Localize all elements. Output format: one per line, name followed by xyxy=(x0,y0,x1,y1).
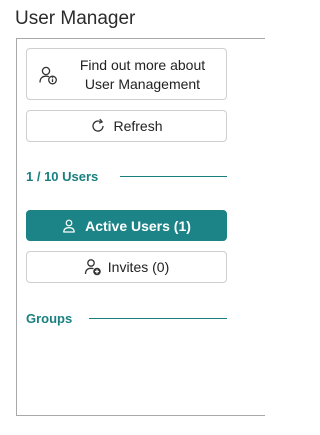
active-users-button[interactable]: Active Users (1) xyxy=(26,210,227,241)
user-count-label: 1 / 10 Users xyxy=(26,168,99,184)
user-manager-panel: Find out more about User Management Refr… xyxy=(16,38,265,416)
groups-label: Groups xyxy=(26,310,73,326)
learn-more-button[interactable]: Find out more about User Management xyxy=(26,48,227,100)
refresh-label: Refresh xyxy=(113,118,163,134)
active-users-label: Active Users (1) xyxy=(85,217,191,234)
user-info-icon xyxy=(38,65,58,85)
refresh-icon xyxy=(90,118,106,134)
person-add-icon xyxy=(84,258,102,276)
section-divider xyxy=(89,317,227,319)
groups-section-header: Groups xyxy=(26,310,227,326)
refresh-button[interactable]: Refresh xyxy=(26,110,227,142)
user-count-row: 1 / 10 Users xyxy=(26,168,227,184)
person-icon xyxy=(62,219,76,233)
section-divider xyxy=(120,175,227,177)
page-title: User Manager xyxy=(15,8,136,29)
learn-more-label: Find out more about User Management xyxy=(79,57,206,92)
invites-label: Invites (0) xyxy=(107,259,170,275)
invites-button[interactable]: Invites (0) xyxy=(26,251,227,283)
